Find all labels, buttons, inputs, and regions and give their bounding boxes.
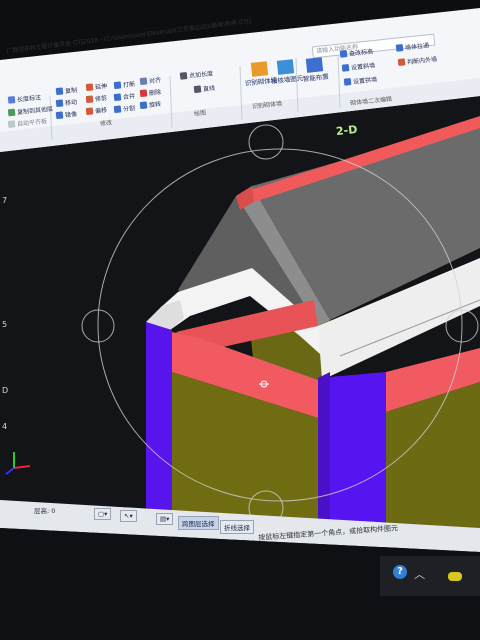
trim-icon: [85, 95, 94, 104]
elevation-icon: [339, 50, 348, 58]
floor-height-label: 层高: 0: [34, 507, 56, 515]
bim-3d-viewport[interactable]: [0, 0, 480, 640]
rotate-icon: [139, 101, 148, 110]
modify-group-label: 修改: [99, 119, 113, 128]
polyline-select-button[interactable]: 折线选择: [220, 520, 254, 534]
view-compass-label: 2-D: [335, 122, 358, 139]
draw-group-label: 绘图: [193, 109, 207, 118]
wall-extend-icon: [395, 44, 404, 52]
split-icon: [113, 105, 122, 114]
extend-icon: [85, 83, 94, 92]
judge-wall-icon: [397, 58, 406, 67]
layer-icon: ▤▾: [160, 515, 170, 523]
break-icon: [113, 81, 122, 90]
smart-layout-icon: [305, 57, 324, 73]
grid-axis-label: D: [2, 386, 9, 395]
identify-wall-icon: [251, 61, 269, 77]
copy-layer-icon: [7, 108, 16, 117]
mirror-icon: [55, 111, 64, 120]
merge-icon: [113, 93, 122, 102]
tray-app-icon[interactable]: [448, 572, 462, 581]
column-left: [146, 322, 172, 512]
grid-axis-label: 7: [2, 196, 8, 205]
point-icon: [179, 72, 188, 80]
column-front-side: [318, 372, 330, 532]
align-edge-icon: [139, 77, 148, 86]
help-icon[interactable]: ?: [393, 565, 407, 579]
offset-icon: [85, 107, 94, 116]
snap-toggle-button[interactable]: ▢▾: [94, 508, 112, 520]
grid-axis-label: 5: [2, 320, 8, 329]
align-icon: [7, 120, 16, 129]
pointer-icon: ↖▾: [124, 512, 133, 520]
pointer-toggle-button[interactable]: ↖▾: [120, 510, 137, 522]
slope-wall-icon: [341, 64, 350, 72]
snap-icon: ▢▾: [98, 510, 108, 518]
line-icon: [193, 85, 202, 94]
dimension-icon: [7, 96, 16, 104]
cross-layer-select-button[interactable]: 跨图层选择: [178, 516, 219, 530]
move-icon: [55, 99, 64, 108]
check-wall-icon: [277, 59, 295, 75]
grid-axis-label: 4: [2, 422, 8, 431]
smart-layout-button[interactable]: 智能布置: [301, 57, 329, 83]
delete-icon: [139, 89, 148, 98]
layer-toggle-button[interactable]: ▤▾: [156, 513, 174, 525]
check-wall-button[interactable]: 校核墙图元: [269, 58, 304, 86]
chevron-up-icon[interactable]: ︿: [414, 566, 425, 582]
arch-wall-icon: [343, 78, 352, 86]
copy-icon: [55, 87, 64, 96]
